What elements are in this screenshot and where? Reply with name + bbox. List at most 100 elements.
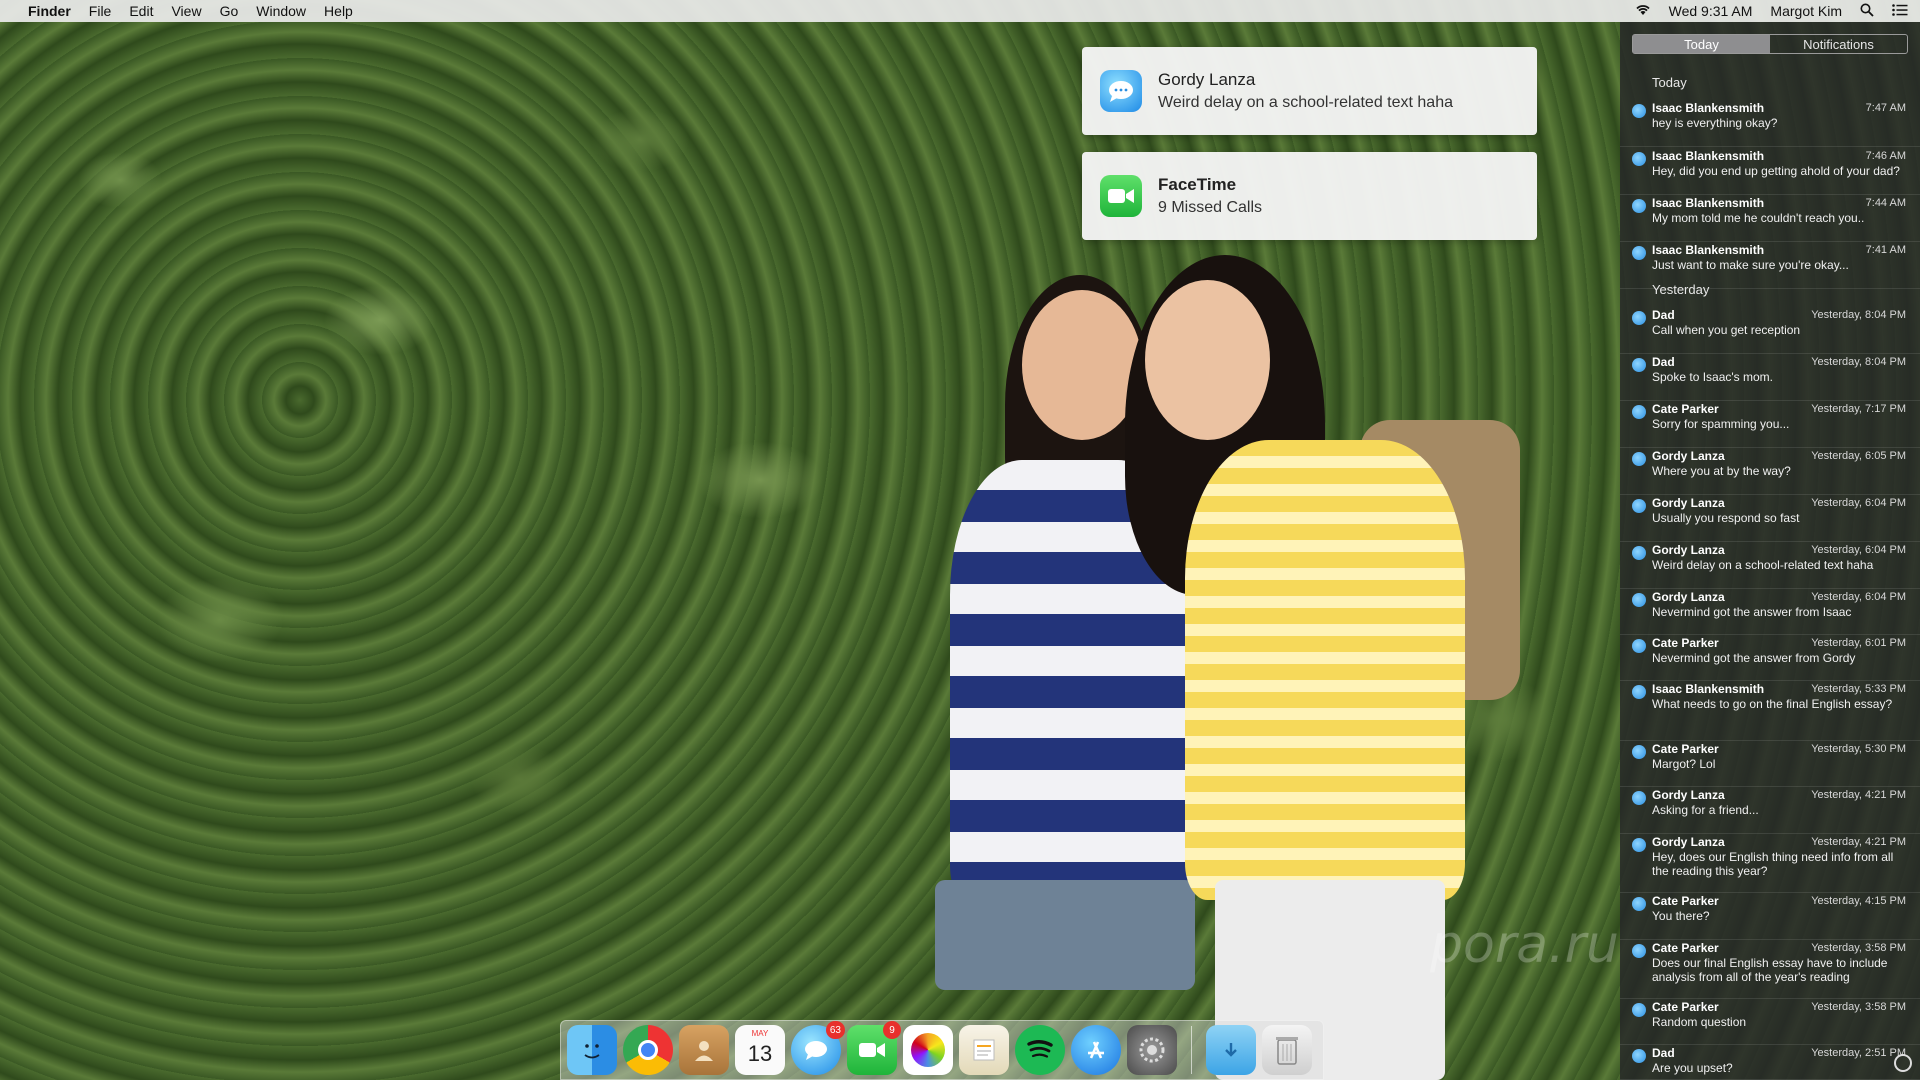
notification-sender: Dad [1652, 355, 1675, 369]
menu-view[interactable]: View [171, 3, 201, 19]
menu-help[interactable]: Help [324, 3, 353, 19]
notification-message: My mom told me he couldn't reach you.. [1652, 211, 1865, 225]
notification-message: Where you at by the way? [1652, 464, 1791, 478]
notification-sender: Gordy Lanza [1652, 496, 1725, 510]
tab-today[interactable]: Today [1633, 35, 1770, 53]
notification-sender: Cate Parker [1652, 894, 1719, 908]
messages-icon [1632, 944, 1646, 958]
watermark: pora.ru [1430, 915, 1619, 975]
notification-time: Yesterday, 4:21 PM [1811, 789, 1906, 801]
dock-finder-icon[interactable] [567, 1025, 617, 1075]
notification-message: Call when you get reception [1652, 323, 1801, 337]
notification-item[interactable]: Dad Yesterday, 8:04 PM Spoke to Isaac's mo… [1620, 355, 1920, 401]
messages-icon [1632, 358, 1646, 372]
notification-sender: Gordy Lanza [1652, 543, 1725, 557]
notification-sender: Gordy Lanza [1652, 590, 1725, 604]
dock-calendar-icon[interactable]: MAY 13 [735, 1025, 785, 1075]
calendar-month: MAY [751, 1029, 769, 1038]
notification-sender: Isaac Blankensmith [1652, 682, 1765, 696]
spotlight-search-icon[interactable] [1860, 3, 1874, 20]
notification-time: Yesterday, 8:04 PM [1811, 356, 1906, 368]
section-header-yesterday: Yesterday [1652, 282, 1710, 297]
notification-item[interactable]: Cate Parker Yesterday, 3:58 PM Random ques… [1620, 1000, 1920, 1045]
wifi-icon[interactable] [1635, 3, 1651, 19]
notification-time: Yesterday, 6:01 PM [1811, 637, 1906, 649]
notification-item[interactable]: Cate Parker Yesterday, 6:01 PM Nevermind g… [1620, 636, 1920, 681]
notification-message: Random question [1652, 1015, 1747, 1029]
calendar-day: 13 [747, 1041, 773, 1066]
wallpaper-person-left-face [1022, 290, 1142, 440]
menu-user-name[interactable]: Margot Kim [1770, 3, 1842, 19]
notification-item[interactable]: Gordy Lanza Yesterday, 6:04 PM Usually you… [1620, 496, 1920, 542]
messages-icon [1632, 1049, 1646, 1063]
dock-system-preferences-icon[interactable] [1127, 1025, 1177, 1075]
dock-contacts-icon[interactable] [679, 1025, 729, 1075]
dock-notes-icon[interactable] [959, 1025, 1009, 1075]
notification-message: Usually you respond so fast [1652, 511, 1800, 525]
notification-item[interactable]: Isaac Blankensmith Yesterday, 5:33 PM What… [1620, 682, 1920, 741]
notification-item[interactable]: Cate Parker Yesterday, 4:15 PM You there? [1620, 894, 1920, 940]
tab-notifications[interactable]: Notifications [1770, 35, 1907, 53]
dock-app-store-icon[interactable] [1071, 1025, 1121, 1075]
dock-separator [1191, 1026, 1192, 1074]
notification-item[interactable]: Isaac Blankensmith 7:44 AM My mom told me … [1620, 196, 1920, 242]
notification-message: Margot? Lol [1652, 757, 1716, 771]
notification-item[interactable]: Dad Yesterday, 2:51 PM Are you upset? [1620, 1046, 1920, 1080]
app-menu-finder[interactable]: Finder [28, 3, 71, 19]
notification-item[interactable]: Cate Parker Yesterday, 3:58 PM Does our fi… [1620, 941, 1920, 999]
notification-item[interactable]: Gordy Lanza Yesterday, 6:04 PM Weird delay… [1620, 543, 1920, 589]
notification-item[interactable]: Dad Yesterday, 8:04 PM Call when you get r… [1620, 308, 1920, 354]
menu-bar: Finder File Edit View Go Window Help Wed… [0, 0, 1920, 22]
notification-message: Spoke to Isaac's mom. [1652, 370, 1774, 384]
messages-icon [1632, 1003, 1646, 1017]
menu-file[interactable]: File [89, 3, 112, 19]
notification-item[interactable]: Isaac Blankensmith 7:46 AM Hey, did you en… [1620, 149, 1920, 195]
menu-go[interactable]: Go [220, 3, 239, 19]
message-banner-notification[interactable]: Gordy Lanza Weird delay on a school-rela… [1082, 47, 1537, 135]
dock-facetime-icon[interactable]: 9 [847, 1021, 901, 1075]
facetime-banner-notification[interactable]: FaceTime 9 Missed Calls [1082, 152, 1537, 240]
dock-chrome-icon[interactable] [623, 1025, 673, 1075]
banner-missed-calls: 9 Missed Calls [1158, 199, 1263, 216]
notification-item[interactable]: Cate Parker Yesterday, 7:17 PM Sorry for s… [1620, 402, 1920, 448]
notification-sender: Cate Parker [1652, 1000, 1719, 1014]
notification-time: Yesterday, 2:51 PM [1811, 1047, 1906, 1059]
notification-item[interactable]: Gordy Lanza Yesterday, 6:05 PM Where you a… [1620, 449, 1920, 495]
notification-item[interactable]: Gordy Lanza Yesterday, 4:21 PM Hey, does o… [1620, 835, 1920, 893]
notification-time: Yesterday, 6:05 PM [1811, 450, 1906, 462]
dock-trash-icon[interactable] [1262, 1025, 1312, 1075]
notification-message: Just want to make sure you're okay... [1652, 258, 1849, 272]
dock-downloads-folder-icon[interactable] [1206, 1025, 1256, 1075]
messages-app-icon [1100, 70, 1142, 112]
notification-time: 7:41 AM [1865, 244, 1906, 256]
notification-sender: Cate Parker [1652, 636, 1719, 650]
dock-photos-icon[interactable] [903, 1025, 953, 1075]
notification-time: Yesterday, 6:04 PM [1811, 497, 1906, 509]
dock-messages-icon[interactable]: 63 [791, 1021, 845, 1075]
notification-time: Yesterday, 7:17 PM [1811, 403, 1906, 415]
notification-item[interactable]: Gordy Lanza Yesterday, 4:21 PM Asking for … [1620, 788, 1920, 834]
notification-message: Sorry for spamming you... [1652, 417, 1790, 431]
notification-message: You there? [1652, 909, 1710, 923]
menu-clock[interactable]: Wed 9:31 AM [1669, 3, 1753, 19]
notification-sender: Gordy Lanza [1652, 835, 1725, 849]
notification-time: Yesterday, 8:04 PM [1811, 309, 1906, 321]
facetime-badge: 9 [883, 1021, 901, 1039]
notification-sender: Isaac Blankensmith [1652, 149, 1765, 163]
notification-center-panel: Today Notifications Today Isaac Blankens… [1620, 22, 1920, 1080]
dock-spotify-icon[interactable] [1015, 1025, 1065, 1075]
notification-message: hey is everything okay? [1652, 116, 1778, 130]
notification-center-icon[interactable] [1892, 3, 1908, 19]
wallpaper-person-left-shorts [935, 880, 1195, 990]
notification-time: Yesterday, 5:30 PM [1811, 743, 1906, 755]
notification-item[interactable]: Gordy Lanza Yesterday, 6:04 PM Nevermind g… [1620, 590, 1920, 635]
messages-icon [1632, 685, 1646, 699]
notification-sender: Gordy Lanza [1652, 788, 1725, 802]
menu-edit[interactable]: Edit [129, 3, 153, 19]
menu-window[interactable]: Window [256, 3, 306, 19]
notification-time: Yesterday, 4:15 PM [1811, 895, 1906, 907]
notification-item[interactable]: Isaac Blankensmith 7:47 AM hey is everythi… [1620, 101, 1920, 147]
messages-badge: 63 [825, 1021, 845, 1039]
notification-settings-icon[interactable] [1894, 1054, 1912, 1072]
notification-item[interactable]: Cate Parker Yesterday, 5:30 PM Margot? Lol [1620, 742, 1920, 787]
